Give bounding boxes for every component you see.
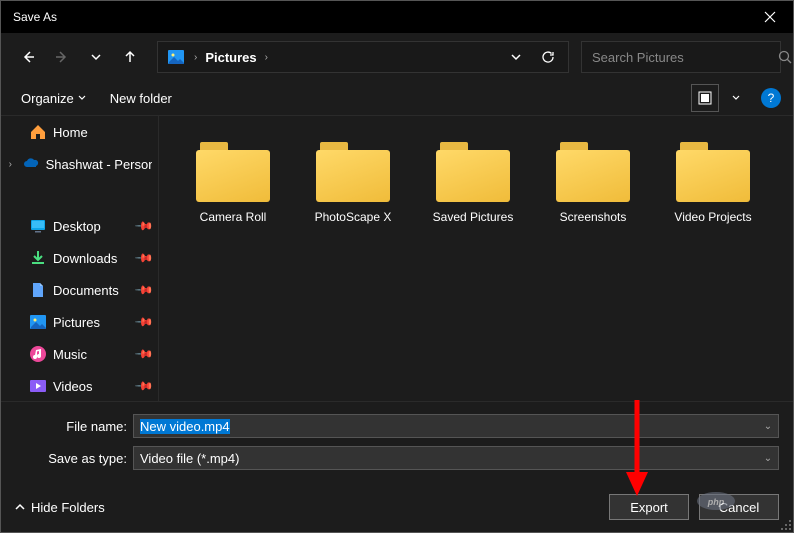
chevron-right-icon[interactable]: › bbox=[5, 159, 16, 170]
cancel-button[interactable]: Cancel bbox=[699, 494, 779, 520]
saveastype-label: Save as type: bbox=[15, 451, 127, 466]
sidebar-onedrive[interactable]: › Shashwat - Personal bbox=[1, 148, 158, 180]
pin-icon: 📌 bbox=[134, 344, 154, 364]
refresh-button[interactable] bbox=[536, 50, 560, 64]
resize-grip[interactable] bbox=[780, 519, 792, 531]
save-as-dialog: Save As › Pictures › bbox=[0, 0, 794, 533]
titlebar: Save As bbox=[1, 1, 793, 33]
address-bar[interactable]: › Pictures › bbox=[157, 41, 569, 73]
toolbar: Organize New folder ? bbox=[1, 81, 793, 115]
folder-icon bbox=[556, 142, 630, 202]
view-button[interactable] bbox=[691, 84, 719, 112]
window-title: Save As bbox=[13, 10, 57, 24]
search-icon[interactable] bbox=[778, 50, 792, 64]
folder-item[interactable]: Screenshots bbox=[533, 136, 653, 230]
close-button[interactable] bbox=[747, 1, 793, 33]
search-box[interactable] bbox=[581, 41, 781, 73]
body: Home › Shashwat - Personal Desktop 📌 Dow… bbox=[1, 115, 793, 401]
videos-icon bbox=[29, 377, 47, 395]
recent-dropdown[interactable] bbox=[81, 42, 111, 72]
sidebar-downloads[interactable]: Downloads 📌 bbox=[1, 242, 158, 274]
saveastype-value: Video file (*.mp4) bbox=[134, 451, 758, 466]
forward-button[interactable] bbox=[47, 42, 77, 72]
desktop-icon bbox=[29, 217, 47, 235]
folder-icon bbox=[316, 142, 390, 202]
sidebar-desktop[interactable]: Desktop 📌 bbox=[1, 210, 158, 242]
downloads-icon bbox=[29, 249, 47, 267]
search-input[interactable] bbox=[582, 50, 778, 65]
pin-icon: 📌 bbox=[134, 216, 154, 236]
pictures-icon bbox=[29, 313, 47, 331]
folder-item[interactable]: Saved Pictures bbox=[413, 136, 533, 230]
onedrive-icon bbox=[22, 155, 40, 173]
filename-input[interactable] bbox=[134, 419, 758, 434]
pictures-icon bbox=[166, 47, 186, 67]
pin-icon: 📌 bbox=[134, 248, 154, 268]
back-button[interactable] bbox=[13, 42, 43, 72]
folder-item[interactable]: Video Projects bbox=[653, 136, 773, 230]
new-folder-button[interactable]: New folder bbox=[102, 87, 180, 110]
pin-icon: 📌 bbox=[134, 280, 154, 300]
sidebar: Home › Shashwat - Personal Desktop 📌 Dow… bbox=[1, 116, 159, 401]
filename-field[interactable]: ⌄ bbox=[133, 414, 779, 438]
chevron-up-icon bbox=[15, 502, 25, 512]
chevron-down-icon[interactable]: ⌄ bbox=[758, 421, 778, 432]
saveastype-field[interactable]: Video file (*.mp4) ⌄ bbox=[133, 446, 779, 470]
chevron-down-icon bbox=[78, 94, 86, 102]
nav-row: › Pictures › bbox=[1, 33, 793, 81]
view-dropdown[interactable] bbox=[727, 84, 745, 112]
export-button[interactable]: Export bbox=[609, 494, 689, 520]
pin-icon: 📌 bbox=[134, 376, 154, 396]
folder-icon bbox=[436, 142, 510, 202]
folder-content: Camera Roll PhotoScape X Saved Pictures … bbox=[159, 116, 793, 401]
sidebar-pictures[interactable]: Pictures 📌 bbox=[1, 306, 158, 338]
organize-button[interactable]: Organize bbox=[13, 87, 94, 110]
form-area: File name: ⌄ Save as type: Video file (*… bbox=[1, 401, 793, 486]
pin-icon: 📌 bbox=[134, 312, 154, 332]
folder-icon bbox=[196, 142, 270, 202]
folder-item[interactable]: Camera Roll bbox=[173, 136, 293, 230]
chevron-down-icon[interactable]: ⌄ bbox=[758, 453, 778, 464]
sidebar-documents[interactable]: Documents 📌 bbox=[1, 274, 158, 306]
folder-icon bbox=[676, 142, 750, 202]
sidebar-music[interactable]: Music 📌 bbox=[1, 338, 158, 370]
hide-folders-button[interactable]: Hide Folders bbox=[15, 500, 105, 515]
music-icon bbox=[29, 345, 47, 363]
footer: Hide Folders Export Cancel bbox=[1, 486, 793, 532]
address-dropdown[interactable] bbox=[504, 52, 528, 62]
up-button[interactable] bbox=[115, 42, 145, 72]
chevron-right-icon[interactable]: › bbox=[265, 52, 268, 63]
home-icon bbox=[29, 123, 47, 141]
documents-icon bbox=[29, 281, 47, 299]
filename-label: File name: bbox=[15, 419, 127, 434]
sidebar-videos[interactable]: Videos 📌 bbox=[1, 370, 158, 401]
help-button[interactable]: ? bbox=[761, 88, 781, 108]
chevron-right-icon: › bbox=[194, 52, 197, 63]
breadcrumb-pictures[interactable]: Pictures bbox=[205, 50, 256, 65]
folder-item[interactable]: PhotoScape X bbox=[293, 136, 413, 230]
sidebar-home[interactable]: Home bbox=[1, 116, 158, 148]
